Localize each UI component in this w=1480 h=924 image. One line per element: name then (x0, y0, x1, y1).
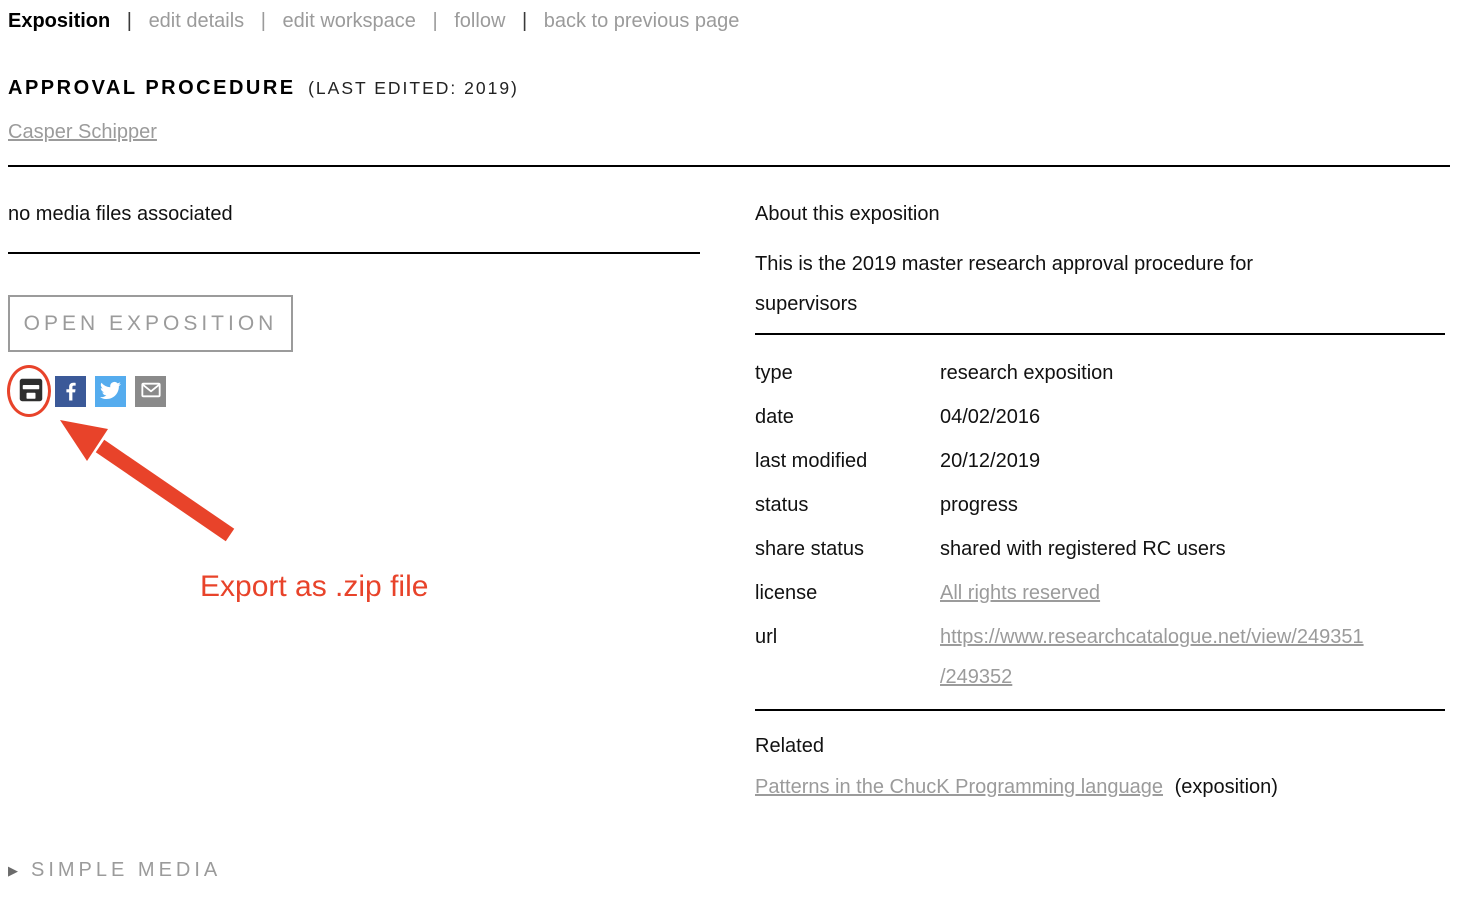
detail-value: progress (940, 493, 1018, 517)
detail-row-last-modified: last modified 20/12/2019 (755, 449, 1445, 473)
media-divider (8, 252, 700, 254)
exposition-page: Exposition | edit details | edit workspa… (0, 0, 1480, 882)
facebook-icon (59, 378, 83, 405)
related-divider (755, 709, 1445, 711)
license-link[interactable]: All rights reserved (940, 581, 1100, 605)
nav-separator: | (261, 10, 266, 32)
author-link[interactable]: Casper Schipper (8, 121, 157, 144)
detail-label: share status (755, 537, 940, 561)
detail-value: research exposition (940, 361, 1113, 385)
url-line-2: /249352 (940, 665, 1364, 689)
nav-item-back[interactable]: back to previous page (544, 10, 740, 32)
page-title: APPROVAL PROCEDURE (8, 77, 296, 99)
about-description: This is the 2019 master research approva… (755, 244, 1335, 324)
disclosure-triangle-icon: ▶ (8, 863, 18, 879)
about-column: About this exposition This is the 2019 m… (755, 167, 1445, 799)
media-column: no media files associated OPEN EXPOSITIO… (8, 167, 700, 407)
last-edited-label: (LAST EDITED: 2019) (308, 78, 519, 98)
detail-label: url (755, 625, 940, 689)
email-share-button[interactable] (135, 376, 166, 407)
nav-separator: | (432, 10, 437, 32)
details-table: type research exposition date 04/02/2016… (755, 361, 1445, 689)
open-exposition-button[interactable]: OPEN EXPOSITION (8, 295, 293, 352)
annotation-arrow-icon (38, 412, 258, 552)
facebook-share-button[interactable] (55, 376, 86, 407)
detail-row-date: date 04/02/2016 (755, 405, 1445, 429)
about-divider (755, 333, 1445, 335)
email-envelope-icon (138, 377, 164, 406)
detail-label: type (755, 361, 940, 385)
nav-item-exposition[interactable]: Exposition (8, 10, 110, 32)
detail-label: date (755, 405, 940, 429)
detail-row-status: status progress (755, 493, 1445, 517)
twitter-share-button[interactable] (95, 376, 126, 407)
simple-media-toggle[interactable]: ▶ SIMPLE MEDIA (8, 859, 221, 882)
page-heading: APPROVAL PROCEDURE (LAST EDITED: 2019) (8, 77, 1450, 100)
related-type-label: (exposition) (1175, 776, 1278, 798)
url-line-1: https://www.researchcatalogue.net/view/2… (940, 625, 1364, 649)
nav-item-edit-details[interactable]: edit details (149, 10, 245, 32)
media-status-text: no media files associated (8, 203, 700, 226)
share-icons-row (8, 376, 700, 407)
detail-label: last modified (755, 449, 940, 473)
content-columns: no media files associated OPEN EXPOSITIO… (8, 167, 1450, 799)
nav-item-edit-workspace[interactable]: edit workspace (283, 10, 416, 32)
detail-row-license: license All rights reserved (755, 581, 1445, 605)
nav-item-follow[interactable]: follow (454, 10, 505, 32)
nav-separator: | (522, 10, 527, 32)
nav-separator: | (127, 10, 132, 32)
twitter-icon (100, 380, 121, 404)
annotation-label: Export as .zip file (200, 570, 428, 604)
detail-value: 20/12/2019 (940, 449, 1040, 473)
detail-label: status (755, 493, 940, 517)
exposition-url-link[interactable]: https://www.researchcatalogue.net/view/2… (940, 625, 1364, 689)
simple-media-label: SIMPLE MEDIA (31, 859, 221, 882)
related-exposition-link[interactable]: Patterns in the ChucK Programming langua… (755, 776, 1163, 798)
detail-label: license (755, 581, 940, 605)
detail-value: shared with registered RC users (940, 537, 1226, 561)
detail-row-type: type research exposition (755, 361, 1445, 385)
top-nav: Exposition | edit details | edit workspa… (8, 10, 1450, 33)
detail-row-share-status: share status shared with registered RC u… (755, 537, 1445, 561)
related-item: Patterns in the ChucK Programming langua… (755, 776, 1445, 799)
detail-row-url: url https://www.researchcatalogue.net/vi… (755, 625, 1445, 689)
related-heading: Related (755, 735, 1445, 758)
export-zip-button[interactable] (15, 376, 46, 407)
about-heading: About this exposition (755, 203, 1445, 226)
save-floppy-icon (16, 375, 46, 408)
detail-value: 04/02/2016 (940, 405, 1040, 429)
